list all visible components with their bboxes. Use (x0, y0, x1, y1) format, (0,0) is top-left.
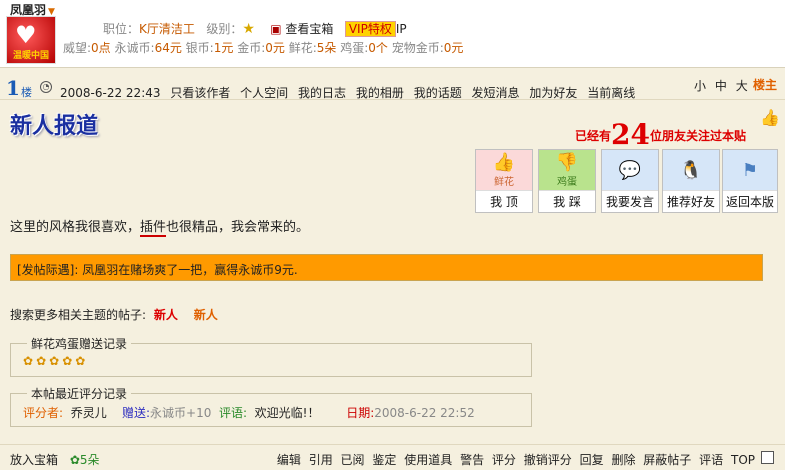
action-warn[interactable]: 警告 (460, 453, 484, 467)
recommend-friend-button[interactable]: 🐧 推荐好友 (662, 149, 720, 213)
flower-icon: ✿ (36, 354, 50, 368)
thumbs-up-icon: 👍 (760, 108, 780, 127)
action-block-post[interactable]: 屏蔽帖子 (643, 453, 691, 467)
link-send-message[interactable]: 发短消息 (472, 86, 520, 100)
stat-eggs: 鸡蛋:0个 (340, 41, 388, 55)
related-search: 搜索更多相关主题的帖子: 新人 新人 (10, 308, 218, 322)
floor-label: 楼 (21, 86, 32, 99)
follow-banner: 已经有24位朋友关注过本贴 (575, 118, 746, 151)
flower-icon: ✿ (23, 354, 37, 368)
font-size-switcher: 小 中 大 (694, 77, 753, 94)
return-flag-icon: ⚑ (723, 150, 777, 190)
stat-silver: 银币:1元 (185, 41, 234, 55)
post-title: 新人报道 (10, 113, 99, 139)
post-event-notice: [发帖际遇]: 凤凰羽在赌场爽了一把，赢得永诚币9元. (10, 254, 763, 281)
post-links: 2008-6-22 22:43 只看该作者 个人空间 我的日志 我的相册 我的话… (60, 84, 641, 101)
flower-icon: ✿ (62, 354, 76, 368)
action-quote[interactable]: 引用 (309, 453, 333, 467)
vote-up-button[interactable]: 👍 鲜花 我 顶 (475, 149, 533, 213)
action-delete[interactable]: 删除 (611, 453, 635, 467)
footer-left: 放入宝箱 ✿5朵 (10, 451, 100, 468)
stat-prestige: 威望:0点 (63, 41, 111, 55)
action-reply[interactable]: 回复 (580, 453, 604, 467)
rating-comment: 欢迎光临!！ (254, 406, 320, 420)
vote-down-button[interactable]: 👎 鸡蛋 我 踩 (538, 149, 596, 213)
link-my-blog[interactable]: 我的日志 (298, 86, 346, 100)
font-medium[interactable]: 中 (715, 79, 727, 93)
action-comment[interactable]: 评语 (699, 453, 723, 467)
rating-record-legend: 本帖最近评分记录 (31, 387, 128, 401)
link-my-topics[interactable]: 我的话题 (414, 86, 462, 100)
rater-name[interactable]: 乔灵儿 (71, 406, 107, 420)
return-board-button[interactable]: ⚑ 返回本版 (722, 149, 778, 213)
font-large[interactable]: 大 (736, 79, 748, 93)
flower-icon: ✿ (69, 453, 80, 467)
action-read[interactable]: 已阅 (341, 453, 365, 467)
action-appraise[interactable]: 鉴定 (372, 453, 396, 467)
avatar: ♥ 温暖中国 (6, 16, 56, 64)
link-my-album[interactable]: 我的相册 (356, 86, 404, 100)
stat-pet-gold: 宠物金币:0元 (391, 41, 464, 55)
level-label: 级别： (206, 22, 243, 36)
egg-thumb-icon: 👎 鸡蛋 (539, 150, 595, 190)
treasure-box-icon: ▣ (270, 22, 282, 36)
related-tag-2[interactable]: 新人 (194, 308, 218, 322)
user-info-panel: 凤凰羽 ▼ ♥ 温暖中国 职位：K厅清洁工 级别：★ ▣ 查看宝箱 VIP特权 IP… (0, 0, 785, 68)
job-label: 职位： (103, 22, 140, 36)
user-stats: 威望:0点 永诚币:64元 银币:1元 金币:0元 鲜花:5朵 鸡蛋:0个 宠物… (63, 39, 463, 56)
post-datetime: 2008-6-22 22:43 (60, 86, 161, 100)
stat-yongcheng-coin: 永诚币:64元 (114, 41, 182, 55)
flower-icons: ✿✿✿✿✿ (23, 354, 519, 368)
stat-flowers: 鲜花:5朵 (288, 41, 337, 55)
flower-icon: ✿ (49, 354, 63, 368)
font-small[interactable]: 小 (694, 79, 706, 93)
speech-bubble-icon: 💬 (602, 150, 658, 190)
flower-icon: ✿ (75, 354, 89, 368)
link-only-author[interactable]: 只看该作者 (170, 86, 230, 100)
view-treasure-link[interactable]: 查看宝箱 (285, 22, 333, 36)
job-value: K厅清洁工 (139, 22, 195, 36)
flower-thumb-icon: 👍 鲜花 (476, 150, 532, 190)
post-footer: 放入宝箱 ✿5朵 编辑 引用 已阅 鉴定 使用道具 警告 评分 撤销评分 回复 … (0, 444, 785, 470)
rating-row: 评分者: 乔灵儿 赠送:永诚币+10 评语: 欢迎光临!！ 日期:2008-6-… (23, 406, 475, 420)
select-post-checkbox[interactable] (761, 451, 774, 464)
flower-record-legend: 鲜花鸡蛋赠送记录 (31, 337, 128, 351)
post-header-bar: 1 楼 ◔ 2008-6-22 22:43 只看该作者 个人空间 我的日志 我的… (0, 72, 785, 100)
clock-icon: ◔ (40, 81, 52, 93)
link-add-friend[interactable]: 加为好友 (529, 86, 577, 100)
flower-count: 5朵 (79, 453, 100, 467)
keyword-link[interactable]: 插件 (140, 220, 167, 237)
stat-gold: 金币:0元 (237, 41, 285, 55)
user-info-row-1: 职位：K厅清洁工 级别：★ ▣ 查看宝箱 VIP特权 IP (103, 20, 407, 37)
reply-button[interactable]: 💬 我要发言 (601, 149, 659, 213)
action-edit[interactable]: 编辑 (277, 453, 301, 467)
vip-badge[interactable]: VIP特权 (344, 21, 396, 37)
link-personal-space[interactable]: 个人空间 (240, 86, 288, 100)
flower-egg-record: 鲜花鸡蛋赠送记录 ✿✿✿✿✿ (10, 335, 532, 377)
action-undo-rate[interactable]: 撤销评分 (524, 453, 572, 467)
floor-number: 1 (6, 76, 20, 100)
add-to-treasure-link[interactable]: 放入宝箱 (10, 453, 58, 467)
qq-penguin-icon: 🐧 (663, 150, 719, 190)
action-use-item[interactable]: 使用道具 (404, 453, 452, 467)
footer-actions: 编辑 引用 已阅 鉴定 使用道具 警告 评分 撤销评分 回复 删除 屏蔽帖子 评… (273, 451, 755, 468)
online-status: 当前离线 (587, 86, 636, 100)
action-top[interactable]: TOP (731, 453, 755, 467)
heart-icon: ♥ (15, 21, 37, 49)
rating-record: 本帖最近评分记录 评分者: 乔灵儿 赠送:永诚币+10 评语: 欢迎光临!！ 日… (10, 385, 532, 427)
avatar-caption: 温暖中国 (12, 51, 49, 61)
action-rate[interactable]: 评分 (492, 453, 516, 467)
related-tag-1[interactable]: 新人 (154, 308, 178, 322)
star-icon: ★ (242, 21, 255, 37)
post-body: 这里的风格我很喜欢，插件也很精品，我会常来的。 (10, 220, 310, 237)
owner-badge: 楼主 (753, 78, 778, 92)
ip-label[interactable]: IP (396, 22, 407, 36)
